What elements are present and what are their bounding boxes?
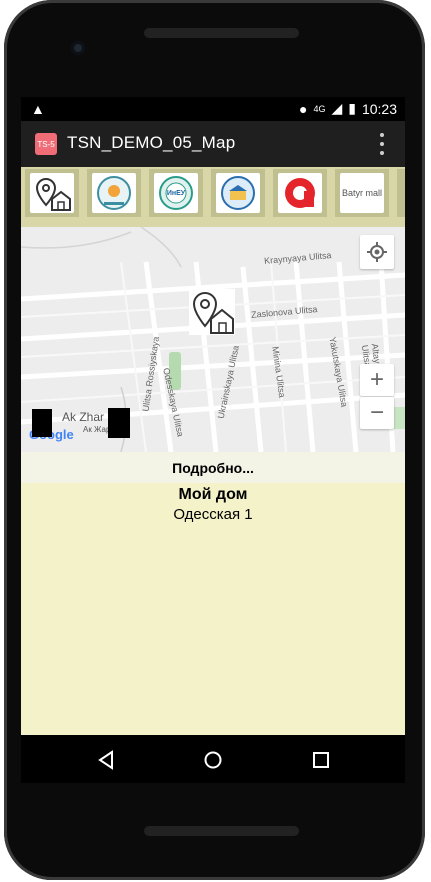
app-screen: ▲ ● 4G ◢ ▮ 10:23 TS-5 TSN_DEMO_05_Map Ин… [21,97,405,735]
redaction-block-2 [108,408,130,438]
place-name: Мой дом [178,486,248,503]
warning-icon: ▲ [31,101,45,117]
place-info: Мой дом Одесская 1 [21,483,405,523]
details-header[interactable]: Подробно... [21,452,405,483]
my-location-button[interactable] [360,235,394,269]
recents-icon[interactable] [310,749,332,771]
clock: 10:23 [361,100,397,117]
carousel-item-partial[interactable] [397,169,405,217]
top-speaker [144,28,299,38]
overflow-menu-icon[interactable] [379,133,385,155]
home-map-marker[interactable] [189,289,235,335]
home-marker-icon [192,291,234,334]
network-label: 4G [313,103,326,114]
map-view[interactable]: Kraynyaya Ulitsa Zaslonova Ulitsa Odessk… [21,227,405,452]
carousel-item-university-1[interactable] [87,169,141,217]
carousel-item-red-logo[interactable] [273,169,327,217]
university-emblem-2-text: ИнЕУ [166,189,186,197]
home-icon[interactable] [202,749,224,771]
app-icon: TS-5 [35,133,57,155]
crosshair-icon [367,242,387,262]
battery-icon: ▮ [348,100,356,116]
place-label-ak-zhar: Ak Zhar [62,410,105,424]
zoom-out-button[interactable]: − [360,397,394,429]
navigation-bar [21,735,405,783]
status-bar: ▲ ● 4G ◢ ▮ 10:23 [21,97,405,121]
university-emblem-1 [92,173,136,213]
front-camera [71,41,85,55]
batyr-mall-logo: Batyr mall [340,173,384,213]
red-brand-logo [278,173,322,213]
university-emblem-2: ИнЕУ [154,173,198,213]
place-label-ak-zhar-cyrillic: Ак Жар [83,425,111,434]
carousel-item-home[interactable] [25,169,79,217]
batyr-mall-text: Batyr mall [341,188,382,198]
place-address: Одесская 1 [173,506,253,523]
back-icon[interactable] [95,749,117,771]
logo-carousel[interactable]: ИнЕУ Batyr mall [21,167,405,227]
home-location-icon [30,173,74,213]
bottom-speaker [144,826,299,836]
carousel-item-batyr-mall[interactable]: Batyr mall [335,169,389,217]
app-title: TSN_DEMO_05_Map [67,133,236,152]
signal-icon: ◢ [331,100,343,116]
redaction-block-1 [32,409,52,437]
location-icon: ● [298,100,308,117]
app-bar: TS-5 TSN_DEMO_05_Map [21,121,405,167]
university-emblem-3 [216,173,260,213]
carousel-item-university-2[interactable]: ИнЕУ [149,169,203,217]
zoom-in-button[interactable]: + [360,364,394,396]
carousel-item-university-3[interactable] [211,169,265,217]
